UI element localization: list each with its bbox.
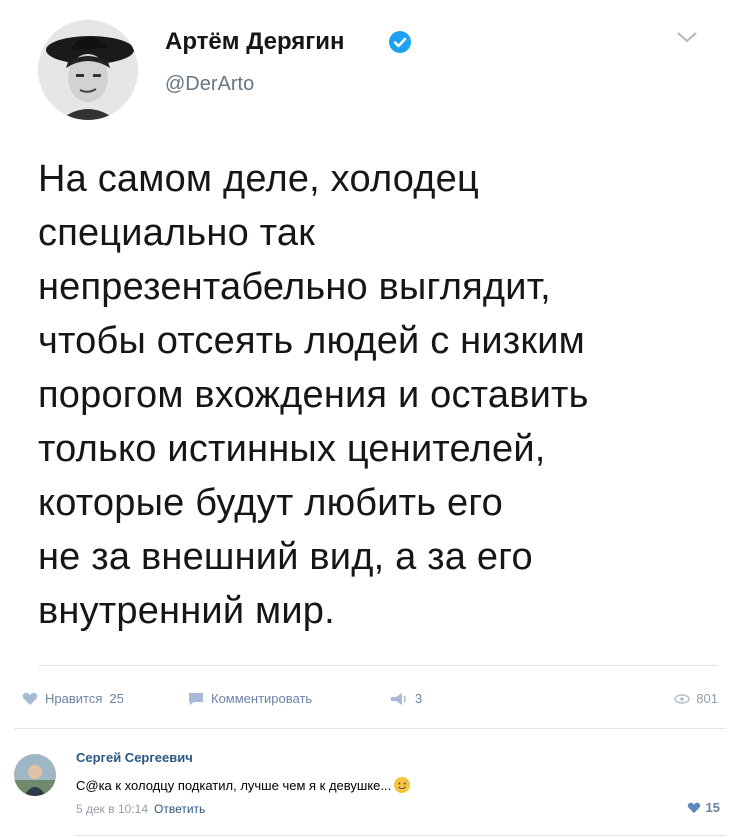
sweat-smile-emoji-icon (394, 777, 411, 793)
reply-button[interactable]: Ответить (154, 802, 205, 816)
tweet-line: которые будут любить его (38, 482, 503, 524)
heart-icon (22, 692, 38, 705)
comment-date[interactable]: 5 дек в 10:14 (76, 802, 148, 816)
post-actions-bar: Нравится 25 Комментировать 3 801 (0, 680, 740, 720)
comment-icon (189, 692, 203, 705)
divider (76, 835, 726, 836)
tweet-line: только истинных ценителей, (38, 428, 546, 470)
comment-item: Сергей Сергеевич С@ка к холодцу подкатил… (0, 738, 740, 838)
comment-like-count: 15 (705, 800, 720, 815)
author-handle[interactable]: @DerArto (165, 73, 254, 96)
comment-text: С@ка к холодцу подкатил, лучше чем я к д… (76, 777, 411, 793)
comment-like-button[interactable]: 15 (687, 800, 720, 815)
author-avatar[interactable] (38, 20, 138, 120)
tweet-line: На самом деле, холодец (38, 158, 479, 200)
eye-icon (674, 693, 690, 704)
share-count: 3 (415, 691, 423, 706)
tweet-line: непрезентабельно выглядит, (38, 266, 551, 308)
share-icon (391, 692, 406, 705)
views-counter: 801 (674, 691, 718, 706)
heart-icon (687, 802, 700, 813)
chevron-down-icon[interactable] (676, 30, 698, 44)
tweet-line: чтобы отсеять людей с низким (38, 320, 585, 362)
like-button[interactable]: Нравится 25 (22, 691, 124, 706)
tweet-line: порогом вхождения и оставить (38, 374, 589, 416)
views-count: 801 (696, 691, 718, 706)
commenter-avatar[interactable] (14, 754, 56, 796)
comment-button[interactable]: Комментировать (188, 691, 312, 706)
comment-text-body: С@ка к холодцу подкатил, лучше чем я к д… (76, 777, 392, 793)
divider (38, 665, 718, 666)
comment-label: Комментировать (211, 691, 313, 706)
like-count: 25 (109, 691, 124, 706)
tweet-line: внутренний мир. (38, 590, 335, 632)
tweet-line: специально так (38, 212, 316, 254)
tweet-line: не за внешний вид, а за его (38, 536, 533, 578)
verified-badge-icon (389, 31, 411, 53)
share-button[interactable]: 3 (390, 691, 422, 706)
divider (14, 728, 726, 729)
tweet-text: На самом деле, холодец специально так не… (38, 152, 718, 638)
comment-meta: 5 дек в 10:14 Ответить (76, 802, 205, 816)
tweet-header: Артём Дерягин @DerArto (0, 0, 740, 130)
like-label: Нравится (45, 691, 103, 706)
author-name[interactable]: Артём Дерягин (165, 28, 345, 56)
commenter-name[interactable]: Сергей Сергеевич (76, 750, 193, 765)
